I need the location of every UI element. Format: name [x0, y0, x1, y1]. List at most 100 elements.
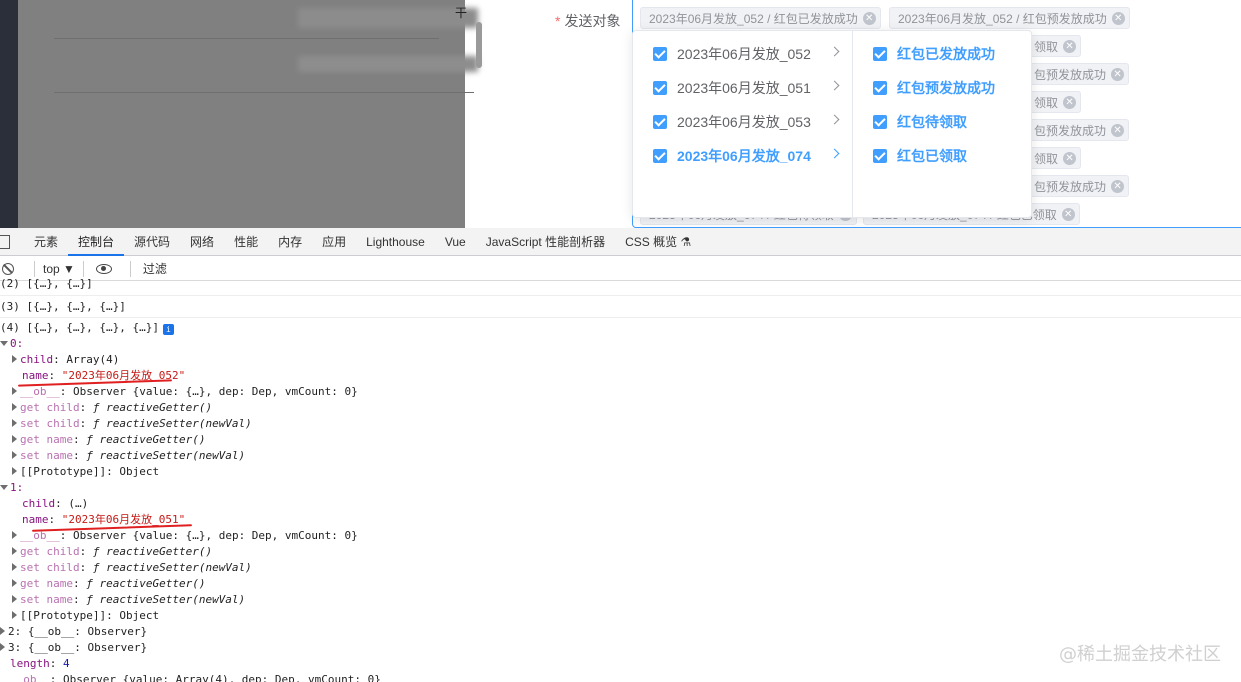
tree-node[interactable]: __ob__: Observer {value: {…}, dep: Dep, … [12, 528, 358, 544]
close-icon[interactable]: ✕ [1063, 40, 1077, 53]
info-icon[interactable]: i [162, 324, 174, 335]
expand-right-icon [12, 595, 17, 603]
tab-performance[interactable]: 性能 [224, 228, 268, 256]
expand-down-icon [0, 341, 8, 346]
checkbox-checked-icon[interactable] [873, 149, 887, 163]
log-line[interactable]: (4) [{…}, {…}, {…}, {…}] i [0, 320, 174, 336]
chevron-right-icon [829, 148, 840, 159]
tree-property[interactable]: child: (…) [22, 496, 88, 512]
tree-node[interactable]: child: Array(4) [12, 352, 119, 368]
chevron-right-icon [829, 80, 840, 91]
blurred-content [298, 8, 478, 28]
divider [54, 38, 439, 39]
tree-node[interactable]: 1: [0, 480, 23, 496]
context-selector[interactable]: top ▼ [43, 262, 75, 276]
expand-right-icon [12, 579, 17, 587]
tree-node[interactable]: set child: ƒ reactiveSetter(newVal) [12, 416, 252, 432]
checkbox-checked-icon[interactable] [653, 81, 667, 95]
tab-application[interactable]: 应用 [312, 228, 356, 256]
form-label-text: 发送对象 [564, 13, 621, 29]
expand-right-icon [12, 403, 17, 411]
chevron-right-icon [829, 114, 840, 125]
filter-input[interactable]: 过滤 [143, 260, 167, 277]
tree-node[interactable]: get name: ƒ reactiveGetter() [12, 576, 205, 592]
checkbox-checked-icon[interactable] [653, 115, 667, 129]
required-mark: * [555, 13, 561, 29]
expand-right-icon [12, 467, 17, 475]
cascader-option[interactable]: 红包预发放成功 [853, 71, 1031, 105]
tree-node[interactable]: 0: [0, 336, 23, 352]
expand-right-icon [12, 435, 17, 443]
tab-sources[interactable]: 源代码 [124, 228, 180, 256]
close-icon[interactable]: ✕ [1111, 180, 1125, 193]
tree-property: length: 4 [10, 657, 70, 670]
screen: 干 * 发送对象 2023年06月发放_052 / 红包已发放成功 ✕ 2023年0… [0, 0, 1241, 682]
selected-tag: 2023年06月发放_052 / 红包预发放成功 ✕ [889, 7, 1130, 29]
cascader-option[interactable]: 红包已领取 [853, 139, 1031, 173]
close-icon[interactable]: ✕ [1111, 12, 1125, 25]
divider [34, 260, 35, 277]
divider [82, 260, 84, 277]
expand-right-icon [12, 451, 17, 459]
cascader-option[interactable]: 红包待领取 [853, 105, 1031, 139]
tree-node[interactable]: 2: {__ob__: Observer} [0, 624, 147, 640]
tree-node[interactable]: set name: ƒ reactiveSetter(newVal) [12, 592, 245, 608]
cascader-option-active[interactable]: 2023年06月发放_074 [633, 139, 852, 173]
tab-lighthouse[interactable]: Lighthouse [356, 228, 435, 256]
tab-network[interactable]: 网络 [180, 228, 224, 256]
expand-right-icon [12, 355, 17, 363]
close-icon[interactable]: ✕ [1063, 152, 1077, 165]
flask-icon: ⚗ [680, 234, 692, 249]
blurred-content [298, 56, 478, 72]
log-line[interactable]: (2) [{…}, {…}] [0, 276, 93, 292]
scrollbar[interactable] [476, 22, 482, 68]
watermark: @稀土掘金技术社区 [1059, 644, 1221, 665]
tree-node[interactable]: set name: ƒ reactiveSetter(newVal) [12, 448, 245, 464]
close-icon[interactable]: ✕ [1111, 68, 1125, 81]
expand-right-icon [12, 547, 17, 555]
tree-node[interactable]: get name: ƒ reactiveGetter() [12, 432, 205, 448]
partial-text: 干 [455, 6, 468, 20]
checkbox-checked-icon[interactable] [873, 115, 887, 129]
tree-node[interactable]: get child: ƒ reactiveGetter() [12, 544, 212, 560]
tree-node[interactable]: 3: {__ob__: Observer} [0, 640, 147, 656]
checkbox-checked-icon[interactable] [873, 81, 887, 95]
expand-right-icon [12, 419, 17, 427]
cascader-option[interactable]: 2023年06月发放_052 [633, 37, 852, 71]
tree-node[interactable]: [[Prototype]]: Object [12, 464, 159, 480]
tab-css-overview[interactable]: CSS 概览 ⚗ [615, 228, 701, 256]
clear-console-icon[interactable] [2, 262, 14, 275]
checkbox-checked-icon[interactable] [653, 47, 667, 61]
cascader-option[interactable]: 红包已发放成功 [853, 37, 1031, 71]
tree-node[interactable]: get child: ƒ reactiveGetter() [12, 400, 212, 416]
tree-node[interactable]: [[Prototype]]: Object [12, 608, 159, 624]
close-icon[interactable]: ✕ [1111, 124, 1125, 137]
expand-right-icon [12, 611, 17, 619]
divider [54, 92, 474, 93]
cascader-option[interactable]: 2023年06月发放_051 [633, 71, 852, 105]
tree-node[interactable]: set child: ƒ reactiveSetter(newVal) [12, 560, 252, 576]
close-icon[interactable]: ✕ [862, 12, 876, 25]
checkbox-checked-icon[interactable] [873, 47, 887, 61]
tab-console[interactable]: 控制台 [68, 228, 125, 256]
cascader-menu-level1: 2023年06月发放_052 2023年06月发放_051 2023年06月发放… [633, 31, 853, 217]
selected-tag: 2023年06月发放_052 / 红包已发放成功 ✕ [640, 7, 881, 29]
log-line[interactable]: (3) [{…}, {…}, {…}] [0, 299, 126, 315]
close-icon[interactable]: ✕ [1063, 96, 1077, 109]
close-icon[interactable]: ✕ [1061, 208, 1075, 221]
tree-node[interactable]: __ob__: Observer {value: Array(4), dep: … [10, 672, 381, 682]
modal-overlay[interactable] [18, 0, 482, 228]
chevron-right-icon [829, 46, 840, 57]
tab-elements[interactable]: 元素 [24, 228, 68, 256]
eye-icon[interactable] [95, 263, 112, 274]
app-area: 干 * 发送对象 2023年06月发放_052 / 红包已发放成功 ✕ 2023年0… [0, 0, 1241, 228]
dropdown-arrow-icon: ▼ [63, 261, 75, 276]
dock-icon[interactable] [0, 234, 10, 249]
tree-node[interactable]: __ob__: Observer {value: {…}, dep: Dep, … [12, 384, 358, 400]
divider [0, 317, 1241, 318]
tab-vue[interactable]: Vue [435, 228, 476, 256]
tab-js-profiler[interactable]: JavaScript 性能剖析器 [476, 228, 615, 256]
checkbox-checked-icon[interactable] [653, 149, 667, 163]
tab-memory[interactable]: 内存 [268, 228, 312, 256]
cascader-option[interactable]: 2023年06月发放_053 [633, 105, 852, 139]
